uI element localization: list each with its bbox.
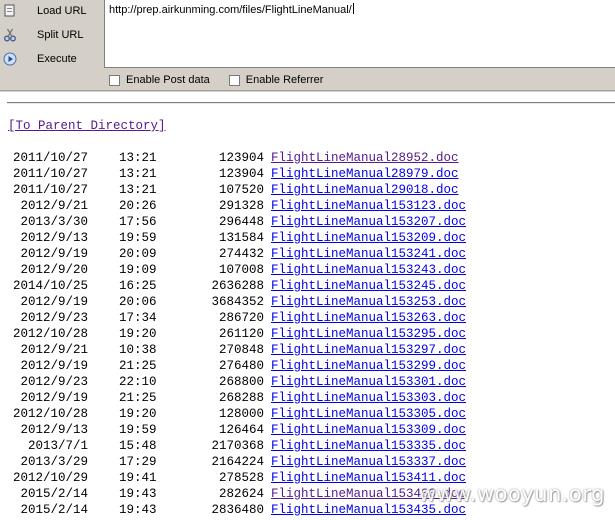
file-link[interactable]: FlightLineManual153337.doc	[271, 454, 466, 470]
file-date: 2011/10/27	[12, 167, 88, 181]
file-size: 261120	[218, 327, 264, 341]
file-size: 2164224	[211, 455, 264, 469]
file-time: 19:20	[119, 407, 157, 421]
file-time: 19:59	[119, 423, 157, 437]
file-date: 2012/9/19	[20, 391, 88, 405]
file-time: 13:21	[119, 151, 157, 165]
file-size: 128000	[218, 407, 264, 421]
file-date: 2013/3/30	[20, 215, 88, 229]
file-date: 2013/7/1	[27, 439, 88, 453]
file-date: 2012/9/23	[20, 311, 88, 325]
file-time: 19:43	[119, 503, 157, 517]
file-date: 2012/9/19	[20, 247, 88, 261]
file-size: 296448	[218, 215, 264, 229]
file-link[interactable]: FlightLineManual153207.doc	[271, 214, 466, 230]
file-link[interactable]: FlightLineManual153297.doc	[271, 342, 466, 358]
file-date: 2012/10/28	[12, 327, 88, 341]
file-date: 2015/2/14	[20, 503, 88, 517]
file-time: 17:29	[119, 455, 157, 469]
file-link[interactable]: FlightLineManual153245.doc	[271, 278, 466, 294]
file-link[interactable]: FlightLineManual153299.doc	[271, 358, 466, 374]
file-time: 17:56	[119, 215, 157, 229]
directory-listing: [To Parent Directory] 2011/10/27 13:21 123…	[0, 0, 615, 520]
file-time: 17:34	[119, 311, 157, 325]
file-size: 270848	[218, 343, 264, 357]
file-link[interactable]: FlightLineManual153209.doc	[271, 230, 466, 246]
file-size: 3684352	[211, 295, 264, 309]
file-link[interactable]: FlightLineManual28952.doc	[271, 150, 459, 166]
file-time: 20:09	[119, 247, 157, 261]
file-link[interactable]: FlightLineManual153303.doc	[271, 390, 466, 406]
file-time: 10:38	[119, 343, 157, 357]
file-date: 2012/9/21	[20, 343, 88, 357]
file-time: 19:43	[119, 487, 157, 501]
file-size: 2836480	[211, 503, 264, 517]
file-time: 21:25	[119, 391, 157, 405]
file-time: 20:26	[119, 199, 157, 213]
parent-directory-link[interactable]: [To Parent Directory]	[8, 119, 166, 133]
file-size: 268800	[218, 375, 264, 389]
file-size: 276480	[218, 359, 264, 373]
file-date: 2013/3/29	[20, 455, 88, 469]
file-link[interactable]: FlightLineManual153253.doc	[271, 294, 466, 310]
file-link[interactable]: FlightLineManual153335.doc	[271, 438, 466, 454]
file-date: 2011/10/27	[12, 151, 88, 165]
file-date: 2014/10/25	[12, 279, 88, 293]
file-size: 282624	[218, 487, 264, 501]
file-link[interactable]: FlightLineManual153295.doc	[271, 326, 466, 342]
file-date: 2012/9/13	[20, 423, 88, 437]
file-time: 15:48	[119, 439, 157, 453]
file-size: 107520	[218, 183, 264, 197]
file-date: 2012/9/19	[20, 295, 88, 309]
file-link[interactable]: FlightLineManual29018.doc	[271, 182, 459, 198]
file-link[interactable]: FlightLineManual153241.doc	[271, 246, 466, 262]
file-time: 19:20	[119, 327, 157, 341]
file-date: 2015/2/14	[20, 487, 88, 501]
file-date: 2012/9/20	[20, 263, 88, 277]
file-size: 131584	[218, 231, 264, 245]
file-date: 2012/9/19	[20, 359, 88, 373]
file-size: 291328	[218, 199, 264, 213]
file-date: 2011/10/27	[12, 183, 88, 197]
file-size: 2636288	[211, 279, 264, 293]
file-size: 268288	[218, 391, 264, 405]
file-size: 123904	[218, 151, 264, 165]
file-size: 286720	[218, 311, 264, 325]
file-link[interactable]: FlightLineManual153309.doc	[271, 422, 466, 438]
file-date: 2012/9/23	[20, 375, 88, 389]
file-link[interactable]: FlightLineManual153123.doc	[271, 198, 466, 214]
file-size: 123904	[218, 167, 264, 181]
watermark-text: www.wooyun.org	[418, 482, 605, 506]
file-link[interactable]: FlightLineManual153301.doc	[271, 374, 466, 390]
file-time: 16:25	[119, 279, 157, 293]
file-size: 274432	[218, 247, 264, 261]
file-link[interactable]: FlightLineManual153243.doc	[271, 262, 466, 278]
file-link[interactable]: FlightLineManual153263.doc	[271, 310, 466, 326]
file-time: 21:25	[119, 359, 157, 373]
file-link[interactable]: FlightLineManual153305.doc	[271, 406, 466, 422]
file-size: 2170368	[211, 439, 264, 453]
file-size: 278528	[218, 471, 264, 485]
file-size: 126464	[218, 423, 264, 437]
file-date: 2012/10/28	[12, 407, 88, 421]
file-time: 20:06	[119, 295, 157, 309]
file-time: 13:21	[119, 167, 157, 181]
file-date: 2012/10/29	[12, 471, 88, 485]
file-time: 19:59	[119, 231, 157, 245]
file-size: 107008	[218, 263, 264, 277]
file-time: 19:41	[119, 471, 157, 485]
file-date: 2012/9/21	[20, 199, 88, 213]
file-time: 13:21	[119, 183, 157, 197]
file-link[interactable]: FlightLineManual28979.doc	[271, 166, 459, 182]
file-date: 2012/9/13	[20, 231, 88, 245]
file-time: 19:09	[119, 263, 157, 277]
file-time: 22:10	[119, 375, 157, 389]
